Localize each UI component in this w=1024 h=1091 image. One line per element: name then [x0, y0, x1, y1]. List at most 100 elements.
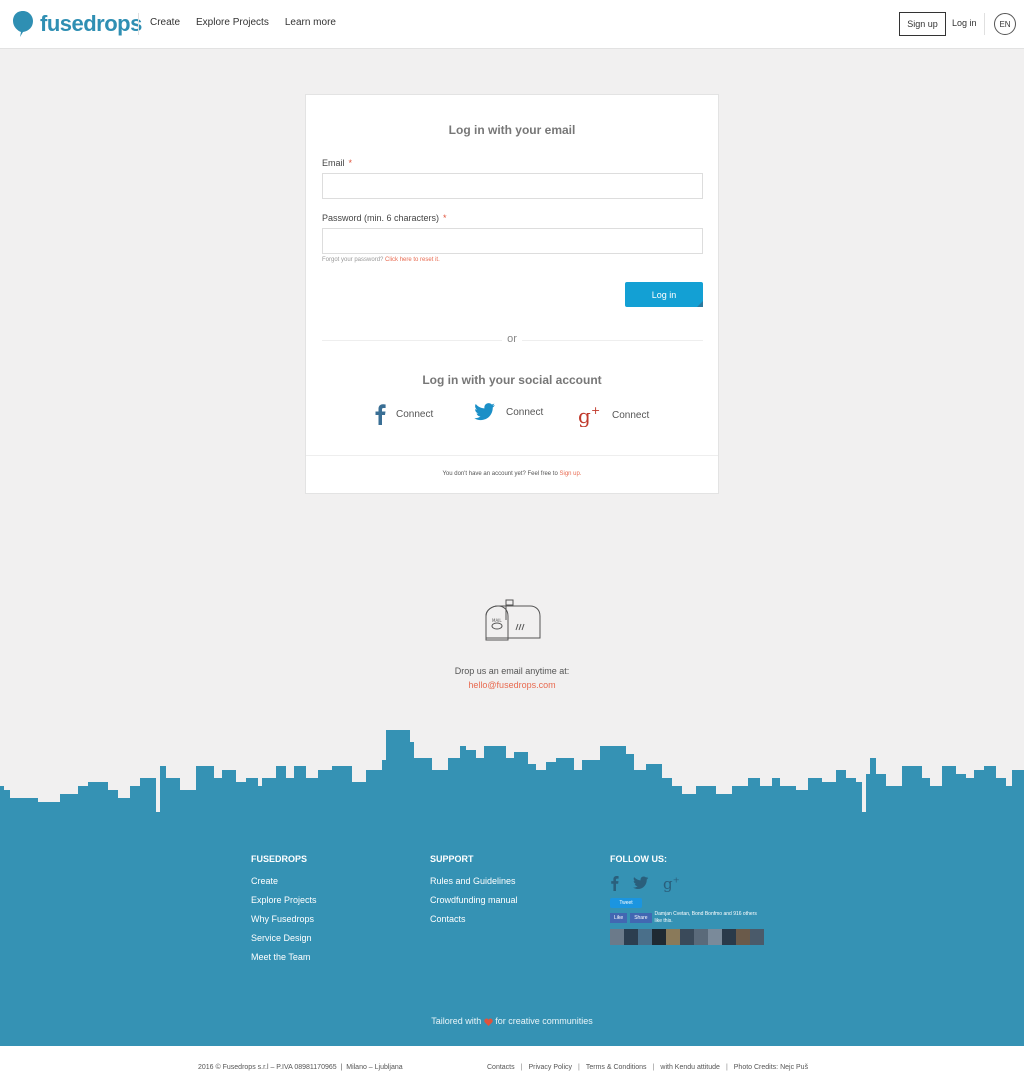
footer-link-explore-projects[interactable]: Explore Projects — [251, 895, 317, 905]
bottom-link-contacts[interactable]: Contacts — [487, 1064, 515, 1071]
avatar[interactable] — [624, 929, 638, 945]
nav-create[interactable]: Create — [150, 17, 180, 28]
google-plus-icon: g + — [578, 404, 600, 427]
drop-logo-icon — [13, 11, 33, 37]
footer-link-create[interactable]: Create — [251, 876, 317, 886]
divider — [138, 13, 139, 35]
footer-link-crowdfunding-manual[interactable]: Crowdfunding manual — [430, 895, 518, 905]
required-mark: * — [348, 158, 353, 168]
svg-text:g: g — [663, 875, 673, 892]
footer-column-fusedrops: FUSEDROPS Create Explore Projects Why Fu… — [251, 854, 317, 971]
footer-column-support: SUPPORT Rules and Guidelines Crowdfundin… — [430, 854, 518, 933]
fb-share-button[interactable]: Share — [630, 913, 652, 923]
tailored-post: for creative communities — [495, 1016, 593, 1026]
facebook-connect-button[interactable]: Connect — [374, 403, 433, 425]
facebook-icon — [375, 404, 386, 425]
footer-title-follow: FOLLOW US: — [610, 854, 667, 864]
svg-text:+: + — [673, 874, 680, 884]
tweet-button[interactable]: Tweet — [610, 898, 642, 908]
footer-column-follow: FOLLOW US: g + Tweet Like Share Damjan Cv… — [610, 854, 765, 945]
twitter-icon — [474, 403, 495, 421]
email-label-text: Email — [322, 158, 345, 168]
login-button[interactable]: Log in — [625, 282, 703, 307]
main-nav: Create Explore Projects Learn more — [150, 17, 336, 28]
or-text: or — [502, 333, 522, 345]
password-label-text: Password (min. 6 characters) — [322, 213, 440, 223]
fb-likes-text: Damjan Cvetan, Bond Bonfmo and 916 other… — [654, 911, 757, 924]
logo-text: fusedrops — [40, 11, 142, 36]
footer-link-contacts[interactable]: Contacts — [430, 914, 518, 924]
footer-link-service-design[interactable]: Service Design — [251, 933, 317, 943]
no-account-text: You don't have an account yet? Feel free… — [306, 471, 718, 477]
email-label: Email * — [322, 158, 352, 168]
nav-learn-more[interactable]: Learn more — [285, 17, 336, 28]
nav-explore-projects[interactable]: Explore Projects — [196, 17, 269, 28]
facebook-icon[interactable] — [610, 875, 619, 891]
heart-icon — [484, 1018, 493, 1026]
tailored-text: Tailored with for creative communities — [0, 1016, 1024, 1026]
no-account-label: You don't have an account yet? Feel free… — [442, 471, 558, 477]
logo[interactable]: fusedrops — [12, 9, 142, 39]
avatar[interactable] — [638, 929, 652, 945]
contact-text: Drop us an email anytime at: — [454, 666, 570, 676]
password-label: Password (min. 6 characters) * — [322, 213, 447, 223]
google-plus-icon[interactable]: g + — [663, 874, 681, 892]
reset-password-link[interactable]: Click here to reset it. — [385, 257, 440, 263]
login-card: Log in with your email Email * Password (… — [305, 94, 719, 494]
bottom-bar: 2016 © Fusedrops s.r.l – P.IVA 089811709… — [0, 1046, 1024, 1091]
contact-email-link[interactable]: hello@fusedrops.com — [0, 680, 1024, 690]
bottom-links: Contacts | Privacy Policy | Terms & Cond… — [487, 1064, 808, 1071]
separator: | — [652, 1064, 655, 1071]
card-divider — [306, 455, 718, 456]
facebook-like-widget: Like Share Damjan Cvetan, Bond Bonfmo an… — [610, 911, 765, 925]
fb-like-button[interactable]: Like — [610, 913, 628, 923]
password-field[interactable] — [322, 228, 703, 254]
signup-link[interactable]: Sign up. — [559, 471, 581, 477]
separator: | — [520, 1064, 523, 1071]
separator: | — [725, 1064, 728, 1071]
social-login-title: Log in with your social account — [422, 373, 602, 387]
svg-text:+: + — [591, 404, 600, 417]
bottom-link-photo-credits: Photo Credits: Nejc Puš — [733, 1064, 809, 1071]
avatar[interactable] — [652, 929, 666, 945]
avatar[interactable] — [722, 929, 736, 945]
avatar[interactable] — [610, 929, 624, 945]
avatar[interactable] — [680, 929, 694, 945]
google-connect-label: Connect — [612, 409, 650, 421]
avatar[interactable] — [750, 929, 764, 945]
google-plus-connect-button[interactable]: g + Connect — [578, 403, 649, 427]
fb-faces — [610, 929, 765, 945]
footer-link-meet-the-team[interactable]: Meet the Team — [251, 952, 317, 962]
avatar[interactable] — [736, 929, 750, 945]
twitter-connect-label: Connect — [506, 406, 544, 418]
footer-link-why-fusedrops[interactable]: Why Fusedrops — [251, 914, 317, 924]
footer-title-fusedrops: FUSEDROPS — [251, 854, 308, 864]
footer-title-support: SUPPORT — [430, 854, 474, 864]
signup-button[interactable]: Sign up — [899, 12, 946, 36]
tailored-pre: Tailored with — [431, 1016, 482, 1026]
svg-text:MAIL: MAIL — [492, 618, 502, 623]
avatar[interactable] — [666, 929, 680, 945]
avatar[interactable] — [694, 929, 708, 945]
facebook-connect-label: Connect — [396, 408, 434, 420]
bottom-link-terms[interactable]: Terms & Conditions — [586, 1064, 647, 1071]
city-skyline — [0, 730, 1024, 814]
site-footer: FUSEDROPS Create Explore Projects Why Fu… — [0, 812, 1024, 1046]
language-selector[interactable]: EN — [994, 13, 1016, 35]
twitter-connect-button[interactable]: Connect — [474, 403, 543, 421]
twitter-icon[interactable] — [633, 876, 649, 890]
required-mark: * — [443, 213, 447, 223]
divider — [984, 13, 985, 35]
bottom-link-kendu[interactable]: with Kendu attitude — [660, 1064, 720, 1071]
email-field[interactable] — [322, 173, 703, 199]
avatar[interactable] — [708, 929, 722, 945]
copyright: 2016 © Fusedrops s.r.l – P.IVA 089811709… — [198, 1064, 403, 1071]
social-icons: g + — [610, 874, 765, 892]
footer-link-rules[interactable]: Rules and Guidelines — [430, 876, 518, 886]
mailbox-icon: MAIL — [485, 599, 541, 641]
login-link[interactable]: Log in — [952, 18, 977, 28]
forgot-text: Forgot your password? — [322, 257, 384, 263]
email-login-title: Log in with your email — [448, 123, 576, 137]
site-header: fusedrops Create Explore Projects Learn … — [0, 0, 1024, 49]
bottom-link-privacy[interactable]: Privacy Policy — [528, 1064, 572, 1071]
